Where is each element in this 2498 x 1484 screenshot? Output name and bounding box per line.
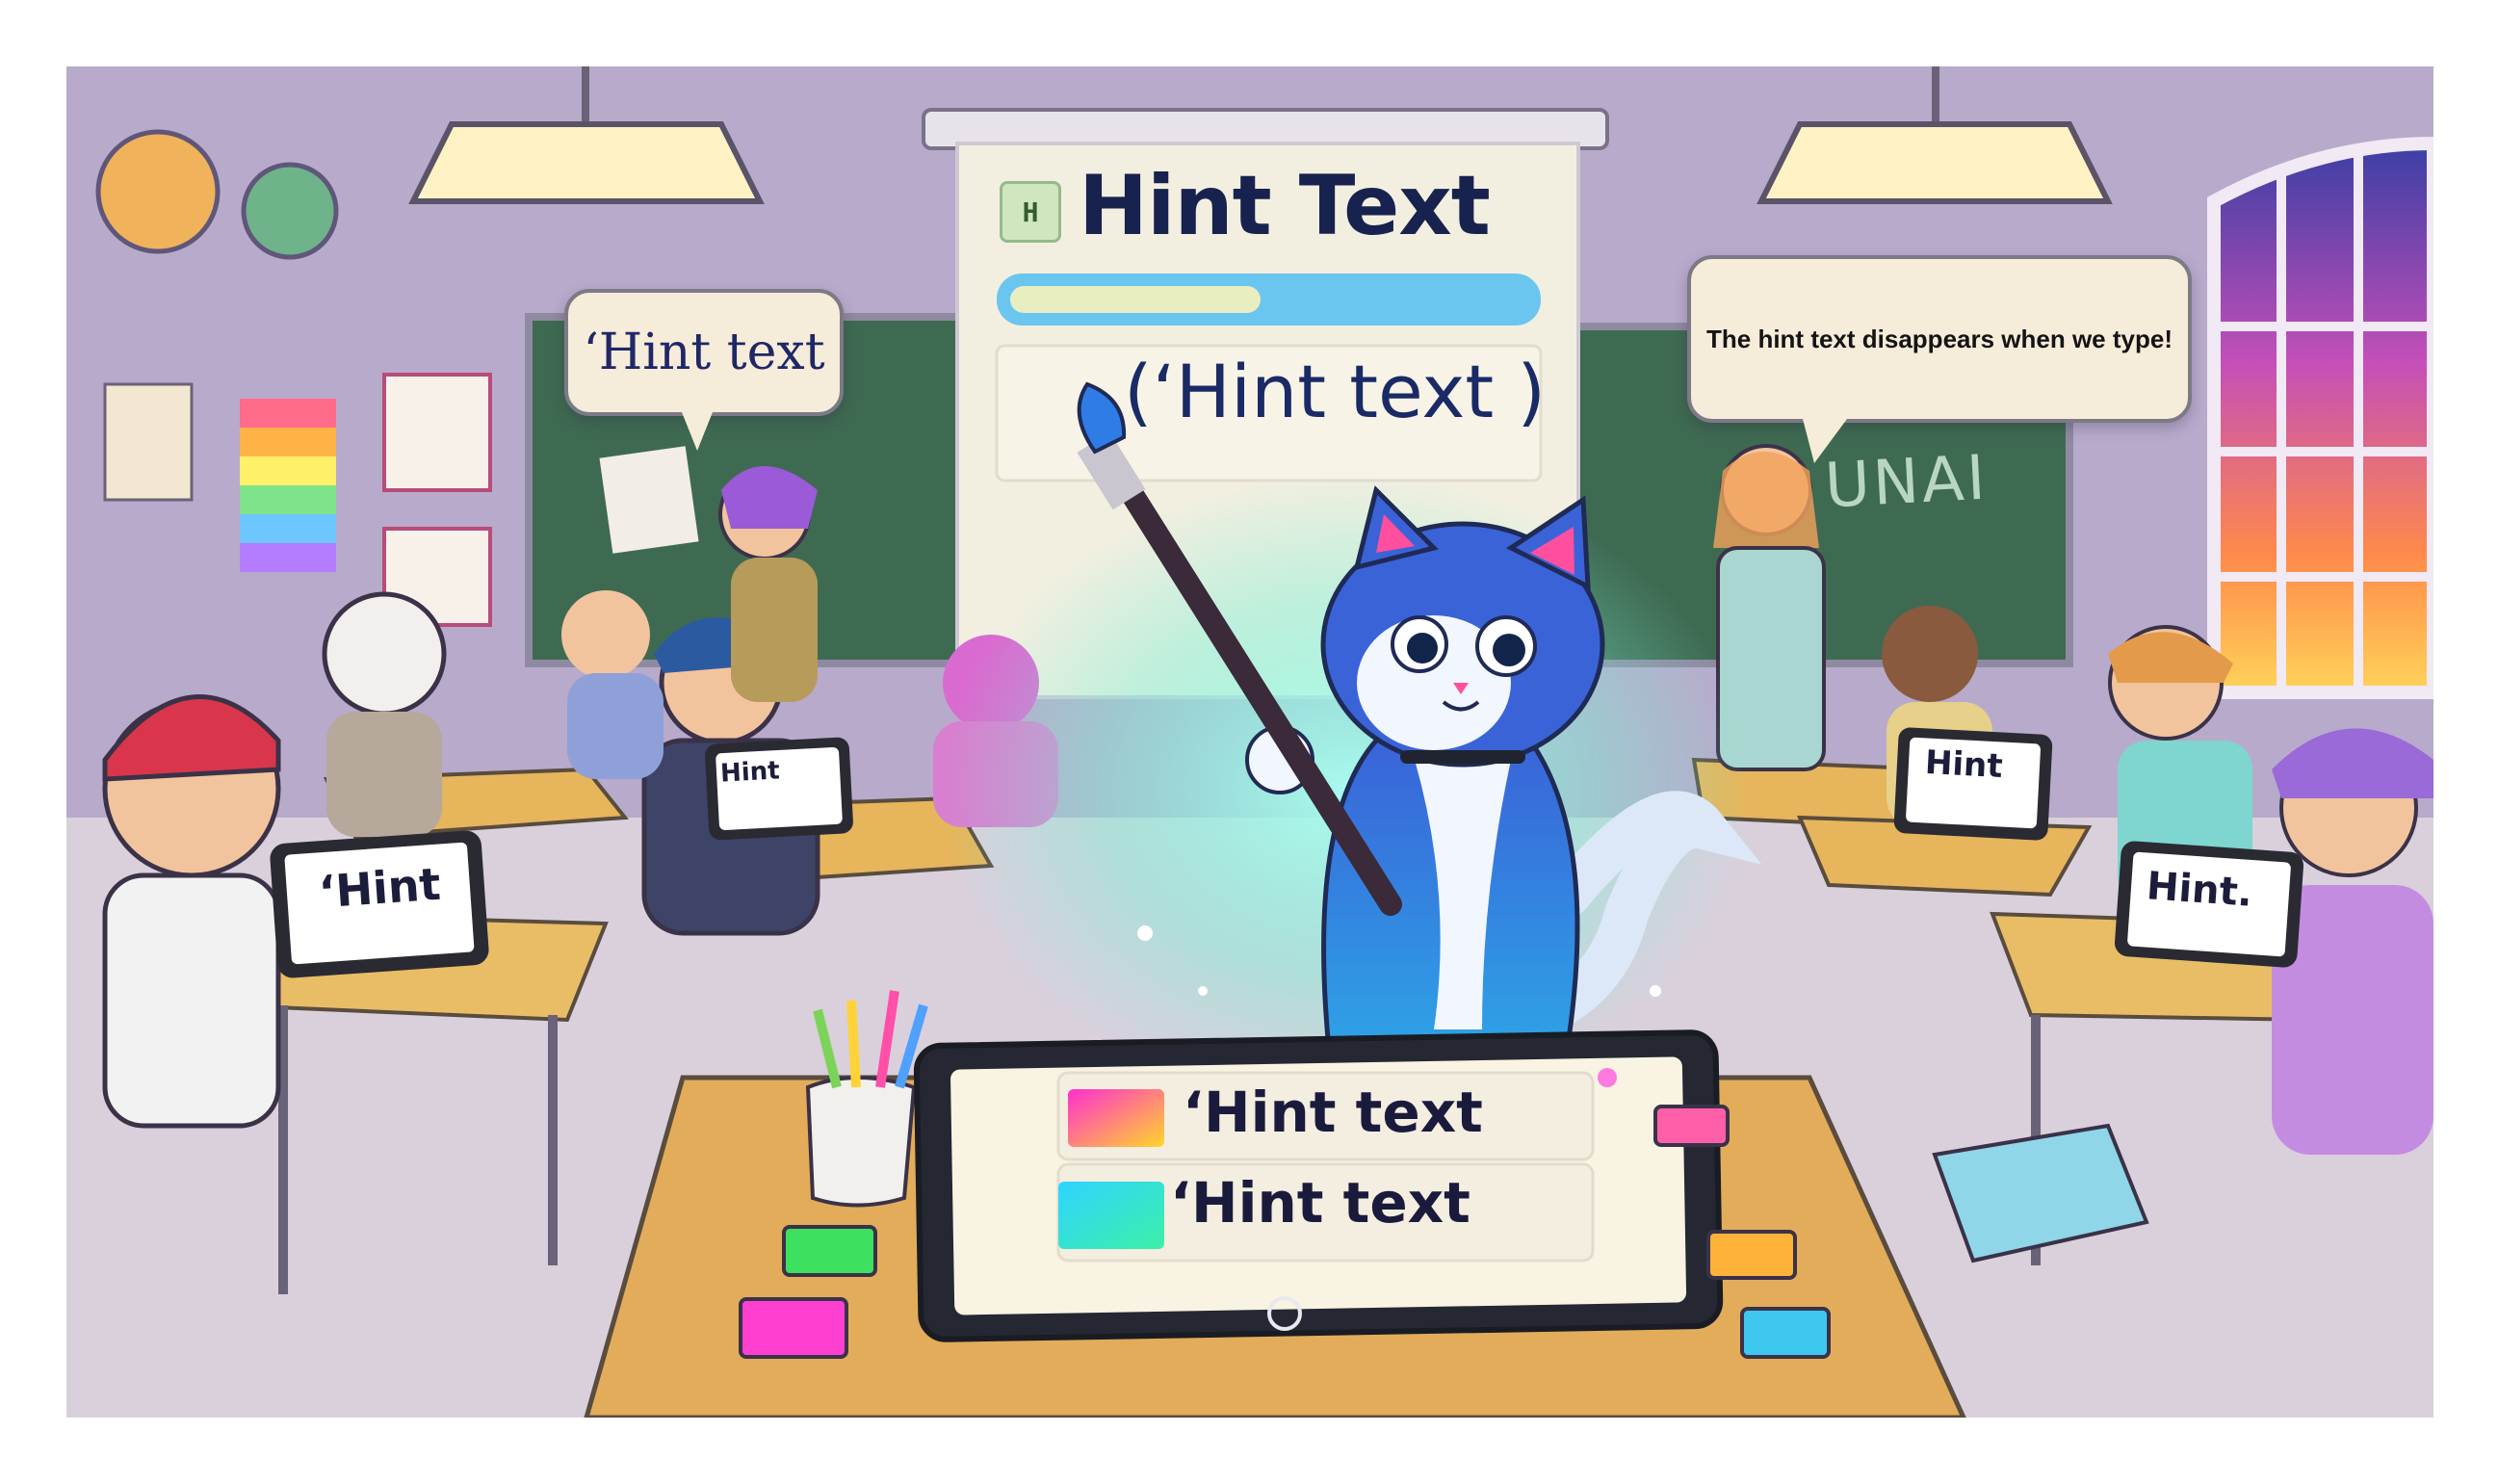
main-tablet-row-1-text: ‘Hint text [1183,1080,1483,1145]
board-hint-text: (‘Hint text ) [1124,349,1547,434]
speech-bubble-student-text: ‘Hint text [583,324,825,381]
wall-poster-globe [241,162,339,260]
student-cat-glasses [322,591,447,837]
student-purple-hair [718,466,818,702]
main-tablet-row-2-text: ‘Hint text [1170,1170,1470,1236]
tablet-swatch-2 [1058,1182,1164,1249]
wall-poster [103,382,194,502]
sticky-note-green [782,1225,877,1277]
calendar-poster [382,373,492,492]
sparkle [1650,985,1661,997]
student-front-left [102,694,281,1129]
tablet-label-front-left: ‘Hint [317,857,443,919]
sticky-note-rose [1653,1105,1730,1147]
chalkboard-writing: UNAI [1823,442,1991,523]
sparkle [1198,986,1208,996]
tablet-swatch-1 [1068,1089,1164,1147]
speech-bubble-student: ‘Hint text [564,289,844,451]
sticky-note-pink [739,1297,848,1359]
rainbow-poster [240,399,336,572]
classroom-window [2207,136,2433,699]
speech-bubble-teacher-text: The hint text disappears when we type! [1706,324,2173,353]
sparkle [1598,1068,1617,1087]
sticky-note-blue [1740,1307,1831,1359]
tablet-label-right-front: Hint. [2145,864,2254,916]
sparkle [1137,925,1153,941]
illustration-frame: H Hint Text (‘Hint text ) UNAI ‘Hint tex… [66,66,2433,1418]
tablet-center [705,737,853,841]
wall-poster-circle [95,129,221,254]
tablet-label-center: Hint [719,756,781,789]
sticky-note-orange [1706,1230,1797,1280]
tablet-label-right-back: Hint [1924,742,2004,787]
board-title: Hint Text [1079,158,1491,254]
speech-bubble-teacher: The hint text disappears when we type! [1687,255,2192,463]
board-logo-icon: H [1000,181,1061,243]
paper-note [599,446,699,554]
